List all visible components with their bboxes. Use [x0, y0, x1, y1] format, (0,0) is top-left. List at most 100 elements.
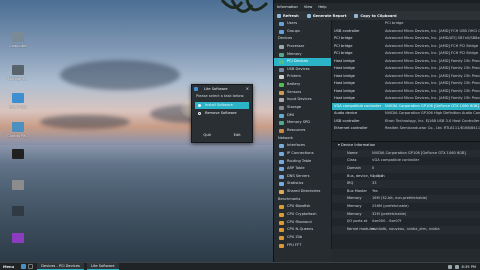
- refresh-button[interactable]: Refresh: [277, 13, 299, 18]
- menu-information[interactable]: Information: [277, 5, 298, 9]
- detail-value: 16M (32-bit, non-prefetchable): [372, 196, 428, 201]
- desktop-icon[interactable]: [4, 180, 32, 192]
- network-icon[interactable]: [447, 264, 452, 269]
- file-icon: [12, 180, 24, 190]
- tree-item[interactable]: Input Devices: [274, 96, 331, 104]
- device-type: PCI bridge: [334, 43, 353, 48]
- tree-item[interactable]: Processor: [274, 43, 331, 51]
- device-row[interactable]: USB controller Advanced Micro Devices, In…: [332, 28, 480, 36]
- task-lite-software[interactable]: Lite Software: [86, 263, 119, 270]
- volume-icon[interactable]: [454, 264, 459, 269]
- tree-item[interactable]: FPU FFT: [274, 242, 331, 250]
- device-row[interactable]: Audio device NVIDIA Corporation GP106 Hig…: [332, 110, 480, 118]
- tree-item[interactable]: Memory SPD: [274, 119, 331, 127]
- device-row[interactable]: Host bridge Advanced Micro Devices, Inc. …: [332, 65, 480, 73]
- tree-item[interactable]: Groups: [274, 28, 331, 36]
- tree-item[interactable]: Devices: [274, 35, 331, 43]
- device-row[interactable]: Host bridge Advanced Micro Devices, Inc. …: [332, 73, 480, 81]
- device-row[interactable]: Ethernet controller Realtek Semiconductor…: [332, 125, 480, 133]
- desktop-icon[interactable]: Control Pa...: [4, 122, 32, 138]
- detail-value: Yes: [372, 188, 378, 193]
- tree-item[interactable]: USB Devices: [274, 66, 331, 74]
- device-row[interactable]: PCI bridge Advanced Micro Devices, Inc. […: [332, 50, 480, 58]
- detail-key: Bus, device, function: [347, 173, 385, 178]
- detail-key: Class: [347, 158, 357, 163]
- tree-item[interactable]: IP Connections: [274, 150, 331, 158]
- tree-item[interactable]: ARP Table: [274, 165, 331, 173]
- device-name: Advanced Micro Devices, Inc. [AMD] FCH P…: [385, 43, 479, 48]
- device-row[interactable]: [332, 133, 480, 141]
- device-name: Advanced Micro Devices, Inc. [AMD] Famil…: [385, 73, 480, 78]
- tree-item-label: IP Connections: [287, 150, 314, 155]
- quit-button[interactable]: Quit: [203, 133, 211, 137]
- desktop-icon[interactable]: User Files: [4, 93, 32, 109]
- tree-item[interactable]: PCI Devices: [274, 58, 331, 66]
- clock[interactable]: 8:39 PM: [462, 265, 476, 269]
- detail-value: NVIDIA Corporation GP106 [GeForce GTX 10…: [372, 150, 466, 155]
- tree-item-label: CPU Fibonacci: [287, 219, 313, 224]
- tree-item[interactable]: CPU Blowfish: [274, 203, 331, 211]
- detail-key: Name: [347, 150, 358, 155]
- category-icon: [279, 190, 284, 195]
- device-row[interactable]: Host bridge Advanced Micro Devices, Inc. …: [332, 95, 480, 103]
- device-row[interactable]: Host bridge Advanced Micro Devices, Inc. …: [332, 88, 480, 96]
- device-row[interactable]: VGA compatible controller NVIDIA Corporat…: [332, 102, 480, 110]
- device-row[interactable]: PCI bridge Advanced Micro Devices, Inc. […: [332, 43, 480, 51]
- tree-item[interactable]: Sensors: [274, 89, 331, 97]
- files-icon[interactable]: [21, 264, 27, 269]
- device-type: [332, 133, 385, 141]
- tree-item[interactable]: Statistics: [274, 180, 331, 188]
- close-icon[interactable]: ×: [246, 85, 249, 93]
- tree-item[interactable]: CPU N-Queens: [274, 226, 331, 234]
- device-name: [385, 133, 480, 141]
- tree-item[interactable]: Battery: [274, 81, 331, 89]
- device-row[interactable]: Host bridge Advanced Micro Devices, Inc. …: [332, 58, 480, 66]
- tree-item[interactable]: CPU Fibonacci: [274, 219, 331, 227]
- edit-button[interactable]: Edit: [234, 133, 241, 137]
- tree-item[interactable]: CPU Zlib: [274, 234, 331, 242]
- tree-item[interactable]: Storage: [274, 104, 331, 112]
- option-install-software[interactable]: Install Software: [195, 102, 249, 109]
- tree-item[interactable]: CPU CryptoHash: [274, 211, 331, 219]
- tree-item[interactable]: Memory: [274, 51, 331, 59]
- menu-help[interactable]: Help: [318, 5, 326, 9]
- desktop-icon[interactable]: [4, 206, 32, 218]
- tree-item[interactable]: Interfaces: [274, 142, 331, 150]
- desktop-icon[interactable]: Computer: [4, 32, 32, 48]
- tree-item[interactable]: Resources: [274, 127, 331, 135]
- desktop-icon[interactable]: Monitor s...: [4, 65, 32, 81]
- tree-item[interactable]: Shared Directories: [274, 188, 331, 196]
- dialog-titlebar[interactable]: Lite Software ×: [192, 85, 252, 93]
- tree-item[interactable]: Routing Table: [274, 158, 331, 166]
- desktop-icon[interactable]: [4, 233, 32, 245]
- option-remove-software[interactable]: Remove Software: [195, 110, 249, 117]
- radio-icon[interactable]: [198, 112, 201, 115]
- tree-item[interactable]: Benchmarks: [274, 196, 331, 204]
- desktop-icon[interactable]: [4, 149, 32, 161]
- terminal-icon[interactable]: [28, 264, 34, 269]
- start-menu-button[interactable]: Menu: [0, 265, 20, 269]
- detail-key: I/O ports at: [347, 219, 368, 224]
- menu-view[interactable]: View: [304, 5, 313, 9]
- device-row[interactable]: PCI bridge Advanced Micro Devices, Inc. […: [332, 35, 480, 43]
- tree-item-label: Users: [287, 21, 298, 25]
- detail-row: I/O ports at 0xe000 - 0xe07f: [332, 218, 480, 226]
- device-name: Advanced Micro Devices, Inc. [AMD] Famil…: [385, 81, 480, 85]
- copy-to-clipboard-button[interactable]: Copy to Clipboard: [354, 13, 397, 18]
- details-section-header[interactable]: ▾ Device Information: [332, 142, 480, 150]
- device-row[interactable]: USB controller Etron Technology, Inc. EJ1…: [332, 118, 480, 126]
- tree-item[interactable]: DMI: [274, 112, 331, 120]
- task-devices[interactable]: Devices - PCI Devices: [37, 263, 84, 270]
- detail-row: Memory 16M (32-bit, non-prefetchable): [332, 195, 480, 204]
- tree-item[interactable]: Network: [274, 135, 331, 143]
- device-row[interactable]: Host bridge Advanced Micro Devices, Inc. …: [332, 80, 480, 88]
- detail-key: IRQ: [347, 181, 354, 186]
- tree-item[interactable]: Users: [274, 20, 331, 28]
- radio-icon[interactable]: [198, 104, 201, 107]
- tree-item[interactable]: DNS Servers: [274, 173, 331, 181]
- tree-item[interactable]: Printers: [274, 73, 331, 81]
- device-row[interactable]: PCI bridge: [332, 20, 480, 28]
- device-type: USB controller: [334, 118, 360, 123]
- generate-report-button[interactable]: Generate Report: [306, 13, 346, 18]
- taskbar: Menu Devices - PCI Devices Lite Software…: [0, 262, 480, 270]
